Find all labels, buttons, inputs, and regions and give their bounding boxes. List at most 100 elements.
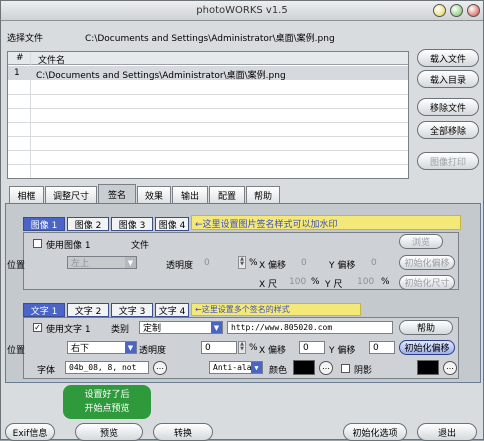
table-row[interactable]: 1 C:\Documents and Settings\Administrato…	[8, 66, 408, 81]
tab-text-1[interactable]: 文字 1	[23, 303, 65, 317]
close-icon[interactable]	[467, 4, 480, 17]
antialias-select[interactable]: Anti-alasin ▼	[209, 361, 263, 374]
use-text-label: 使用文字 1	[46, 325, 91, 335]
exit-button[interactable]: 退出	[417, 423, 477, 441]
text-hint: ←这里设置多个签名的样式	[191, 303, 361, 316]
text-opacity-percent: %	[249, 343, 258, 353]
tab-text-4[interactable]: 文字 4	[155, 303, 189, 317]
tab-help[interactable]: 帮助	[246, 186, 280, 203]
text-x-offset-input[interactable]: 0	[299, 341, 325, 354]
image-y-size-label: Y 尺	[325, 280, 343, 290]
tab-image-2[interactable]: 图像 2	[67, 217, 109, 231]
image-y-offset-value[interactable]: 0	[371, 258, 377, 268]
text-position-select[interactable]: 右下 ▼	[67, 341, 137, 354]
grid-line	[8, 150, 408, 151]
row-name: C:\Documents and Settings\Administrator\…	[36, 71, 286, 81]
font-picker-button[interactable]: …	[153, 361, 167, 375]
chevron-down-icon[interactable]: ▼	[211, 322, 222, 333]
color-picker-button[interactable]: …	[319, 361, 333, 375]
load-directory-button[interactable]: 载入目录	[417, 70, 479, 88]
preview-button[interactable]: 预览	[75, 423, 143, 441]
tooltip-line-2: 开始点预览	[84, 404, 130, 414]
text-y-offset-input[interactable]: 0	[369, 341, 395, 354]
use-image-label: 使用图像 1	[46, 241, 91, 251]
image-opacity-stepper[interactable]: ▲ ▼	[238, 256, 246, 269]
file-list-header: # 文件名	[8, 52, 408, 66]
tab-output[interactable]: 输出	[172, 186, 208, 203]
preview-tooltip: 设置好了后 开始点预览	[63, 385, 151, 419]
remove-all-button[interactable]: 全部移除	[417, 121, 479, 139]
image-x-offset-value[interactable]: 0	[301, 258, 307, 268]
browse-button[interactable]: 浏览	[399, 234, 443, 249]
tooltip-line-1: 设置好了后	[84, 390, 130, 400]
column-divider	[30, 52, 31, 178]
shadow-checkbox[interactable]	[341, 364, 350, 373]
chevron-down-icon[interactable]: ▼	[125, 342, 136, 353]
chevron-down-icon[interactable]: ▼	[125, 257, 136, 268]
col-num-header: #	[16, 53, 24, 63]
tab-signature[interactable]: 签名	[98, 184, 136, 203]
print-image-button[interactable]: 图像打印	[417, 152, 479, 170]
tab-text-2[interactable]: 文字 2	[67, 303, 109, 317]
app-window: photoWORKS v1.5 选择文件 C:\Documents and Se…	[0, 0, 484, 441]
font-label: 字体	[37, 366, 56, 376]
image-x-offset-label: X 偏移	[259, 261, 287, 271]
image-position-select[interactable]: 左上 ▼	[67, 256, 137, 269]
text-position-value: 右下	[71, 344, 90, 354]
load-file-button[interactable]: 载入文件	[417, 49, 479, 67]
text-content-input[interactable]: http://www.805020.com	[227, 321, 393, 334]
shadow-color-swatch[interactable]	[417, 360, 439, 375]
text-position-label: 位置	[7, 346, 26, 356]
remove-file-button[interactable]: 移除文件	[417, 98, 479, 116]
text-opacity-stepper[interactable]: ▲ ▼	[238, 341, 246, 354]
maximize-icon[interactable]	[450, 4, 463, 17]
image-y-size-percent: %	[381, 277, 390, 287]
chevron-down-icon[interactable]: ▼	[251, 362, 262, 373]
tab-text-3[interactable]: 文字 3	[111, 303, 153, 317]
text-opacity-input[interactable]: 0	[201, 341, 237, 354]
tab-config[interactable]: 配置	[209, 186, 245, 203]
image-opacity-percent: %	[249, 258, 258, 268]
image-x-size-value[interactable]: 100	[289, 277, 306, 287]
image-position-label: 位置	[7, 261, 26, 271]
init-options-button[interactable]: 初始化选项	[343, 423, 407, 441]
image-opacity-input[interactable]: 0	[201, 256, 237, 269]
row-num: 1	[14, 68, 20, 78]
tab-frame[interactable]: 相框	[9, 186, 44, 203]
text-color-swatch[interactable]	[293, 360, 315, 375]
grid-line	[8, 164, 408, 165]
exif-info-button[interactable]: Exif信息	[5, 423, 55, 441]
grid-line	[8, 108, 408, 109]
file-list[interactable]: # 文件名 1 C:\Documents and Settings\Admini…	[7, 51, 409, 179]
tab-image-1[interactable]: 图像 1	[23, 217, 65, 231]
text-init-offset-button[interactable]: 初始化偏移	[399, 340, 455, 355]
font-input[interactable]: 04b_08, 8, not	[65, 361, 149, 374]
col-name-header: 文件名	[38, 56, 66, 66]
image-x-size-percent: %	[311, 277, 320, 287]
category-label: 类别	[111, 325, 130, 335]
title-bar: photoWORKS v1.5	[1, 1, 483, 21]
image-y-size-value[interactable]: 100	[357, 277, 374, 287]
image-y-offset-label: Y 偏移	[329, 261, 356, 271]
image-hint: ←这里设置图片签名样式可以加水印	[191, 215, 461, 230]
shadow-label: 阴影	[354, 366, 373, 376]
tab-image-4[interactable]: 图像 4	[155, 217, 189, 231]
tab-image-3[interactable]: 图像 3	[111, 217, 153, 231]
window-title: photoWORKS v1.5	[196, 5, 288, 16]
category-value: 定制	[143, 324, 162, 334]
text-x-offset-label: X 偏移	[259, 346, 287, 356]
category-select[interactable]: 定制 ▼	[139, 321, 223, 334]
use-text-checkbox[interactable]: ✓	[33, 323, 42, 332]
image-opacity-label: 透明度	[166, 261, 194, 271]
tab-resize[interactable]: 调整尺寸	[45, 186, 97, 203]
image-init-offset-button[interactable]: 初始化偏移	[399, 255, 455, 270]
tab-effects[interactable]: 效果	[137, 186, 171, 203]
shadow-color-picker-button[interactable]: …	[443, 361, 457, 375]
help-button[interactable]: 帮助	[399, 320, 453, 335]
image-file-label: 文件	[131, 241, 150, 251]
image-init-size-button[interactable]: 初始化尺寸	[399, 275, 455, 290]
text-opacity-label: 透明度	[139, 346, 167, 356]
convert-button[interactable]: 转换	[153, 423, 213, 441]
use-image-checkbox[interactable]	[33, 239, 42, 248]
minimize-icon[interactable]	[433, 4, 446, 17]
